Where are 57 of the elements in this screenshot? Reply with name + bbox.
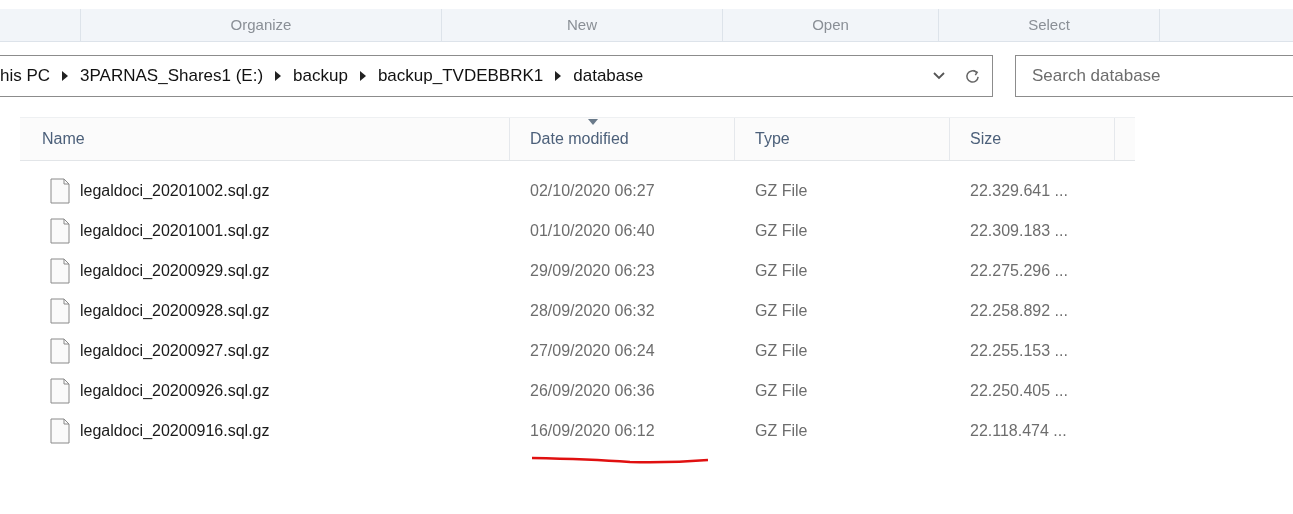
file-name[interactable]: legaldoci_20200926.sql.gz <box>80 382 270 400</box>
type-cell: GZ File <box>755 182 808 200</box>
breadcrumb[interactable]: 3PARNAS_Shares1 (E:) <box>80 66 264 86</box>
size-cell: 22.255.153 ... <box>970 342 1068 360</box>
type-cell: GZ File <box>755 382 808 400</box>
file-name[interactable]: legaldoci_20200916.sql.gz <box>80 422 270 440</box>
date-modified-cell: 29/09/2020 06:23 <box>530 262 655 280</box>
type-cell: GZ File <box>755 342 808 360</box>
size-cell: 22.250.405 ... <box>970 382 1068 400</box>
type-cell: GZ File <box>755 262 808 280</box>
date-modified-cell: 16/09/2020 06:12 <box>530 422 655 440</box>
column-header[interactable]: Size <box>950 118 1115 160</box>
ribbon-group-label: Select <box>939 9 1160 41</box>
file-icon <box>50 218 70 244</box>
ribbon-group-label: New <box>442 9 723 41</box>
file-icon <box>50 258 70 284</box>
date-modified-cell: 26/09/2020 06:36 <box>530 382 655 400</box>
size-cell: 22.118.474 ... <box>970 422 1067 440</box>
file-icon <box>50 418 70 444</box>
refresh-icon[interactable] <box>965 68 980 84</box>
chevron-right-icon[interactable] <box>62 71 69 81</box>
size-cell: 22.275.296 ... <box>970 262 1068 280</box>
chevron-right-icon[interactable] <box>555 71 562 81</box>
ribbon-group-label: Open <box>723 9 939 41</box>
date-modified-cell: 01/10/2020 06:40 <box>530 222 655 240</box>
column-header[interactable]: Name <box>20 118 510 160</box>
file-icon <box>50 338 70 364</box>
column-header[interactable]: Type <box>735 118 950 160</box>
file-name[interactable]: legaldoci_20201001.sql.gz <box>80 222 270 240</box>
address-bar[interactable]: his PC 3PARNAS_Shares1 (E:) backup backup_TVDEBBRK1 database <box>0 55 993 97</box>
search-field[interactable]: Search database <box>1015 55 1293 97</box>
file-icon <box>50 178 70 204</box>
size-cell: 22.258.892 ... <box>970 302 1068 320</box>
dropdown-caret-icon[interactable] <box>933 72 945 80</box>
file-icon <box>50 298 70 324</box>
ribbon-group-label: Organize <box>81 9 442 41</box>
column-header[interactable]: Date modified <box>510 118 735 160</box>
file-name[interactable]: legaldoci_20201002.sql.gz <box>80 182 270 200</box>
date-modified-cell: 27/09/2020 06:24 <box>530 342 655 360</box>
size-cell: 22.309.183 ... <box>970 222 1068 240</box>
date-modified-cell: 02/10/2020 06:27 <box>530 182 655 200</box>
size-cell: 22.329.641 ... <box>970 182 1068 200</box>
file-name[interactable]: legaldoci_20200927.sql.gz <box>80 342 270 360</box>
breadcrumb[interactable]: backup <box>293 66 348 86</box>
type-cell: GZ File <box>755 222 808 240</box>
chevron-right-icon[interactable] <box>275 71 282 81</box>
type-cell: GZ File <box>755 302 808 320</box>
date-modified-cell: 28/09/2020 06:32 <box>530 302 655 320</box>
sort-arrow-icon <box>588 119 598 125</box>
file-icon <box>50 378 70 404</box>
breadcrumb[interactable]: database <box>573 66 644 86</box>
breadcrumb[interactable]: backup_TVDEBBRK1 <box>377 66 544 86</box>
breadcrumb[interactable]: his PC <box>0 66 51 86</box>
file-name[interactable]: legaldoci_20200929.sql.gz <box>80 262 270 280</box>
chevron-right-icon[interactable] <box>359 71 366 81</box>
file-name[interactable]: legaldoci_20200928.sql.gz <box>80 302 270 320</box>
type-cell: GZ File <box>755 422 808 440</box>
